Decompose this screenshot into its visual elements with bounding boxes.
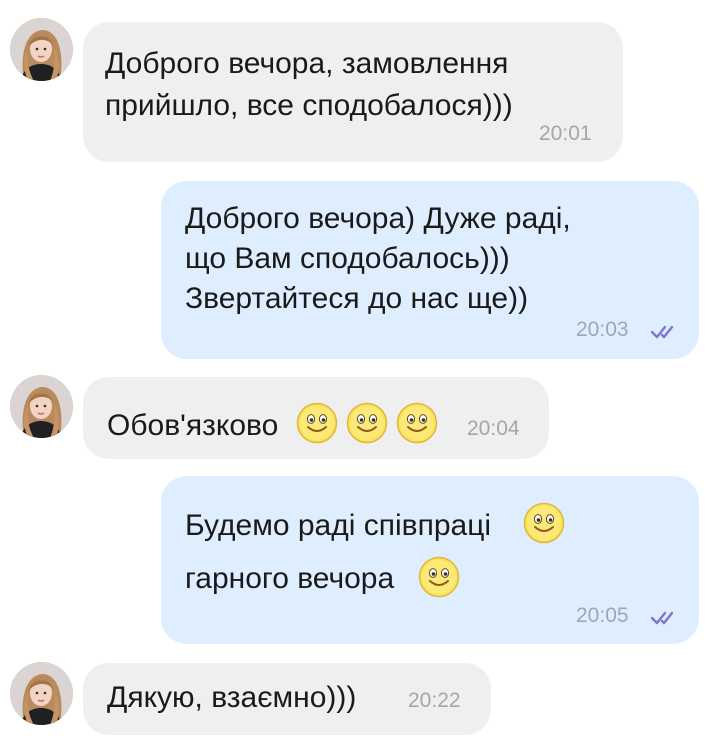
double-check-icon (650, 325, 674, 339)
smiley-icon (346, 402, 388, 444)
message-text: Звертайтеся до нас ще)) (185, 282, 529, 315)
message-timestamp: 20:03 (576, 318, 629, 341)
message-text: прийшло, все сподобалося))) (105, 89, 513, 122)
message-bubble-incoming[interactable]: Дякую, взаємно))) 20:22 (83, 663, 491, 735)
double-check-icon (650, 611, 674, 625)
message-text: Доброго вечора, замовлення (105, 47, 509, 80)
avatar[interactable] (10, 18, 73, 81)
avatar[interactable] (10, 662, 73, 725)
avatar-icon (10, 375, 73, 438)
message-text: що Вам сподобалось))) (185, 242, 510, 275)
smiley-icon (418, 556, 460, 598)
avatar[interactable] (10, 375, 73, 438)
message-timestamp: 20:22 (408, 689, 461, 712)
message-text: Дякую, взаємно))) (107, 681, 357, 714)
message-bubble-outgoing[interactable]: Будемо раді співпраці гарного вечора 20:… (161, 476, 699, 644)
avatar-icon (10, 662, 73, 725)
message-timestamp: 20:01 (539, 122, 592, 145)
message-bubble-incoming[interactable]: Доброго вечора, замовлення прийшло, все … (83, 22, 623, 162)
message-text: Доброго вечора) Дуже раді, (185, 202, 571, 235)
message-text: гарного вечора (185, 562, 395, 595)
avatar-icon (10, 18, 73, 81)
smiley-icon (396, 402, 438, 444)
message-timestamp: 20:04 (467, 417, 520, 440)
smiley-icon (296, 402, 338, 444)
message-text: Обов'язково (107, 409, 279, 442)
message-bubble-incoming[interactable]: Обов'язково 20:04 (83, 377, 549, 459)
message-timestamp: 20:05 (576, 604, 629, 627)
smiley-icon (523, 502, 565, 544)
message-text: Будемо раді співпраці (185, 509, 492, 542)
message-bubble-outgoing[interactable]: Доброго вечора) Дуже раді, що Вам сподоб… (161, 181, 699, 359)
